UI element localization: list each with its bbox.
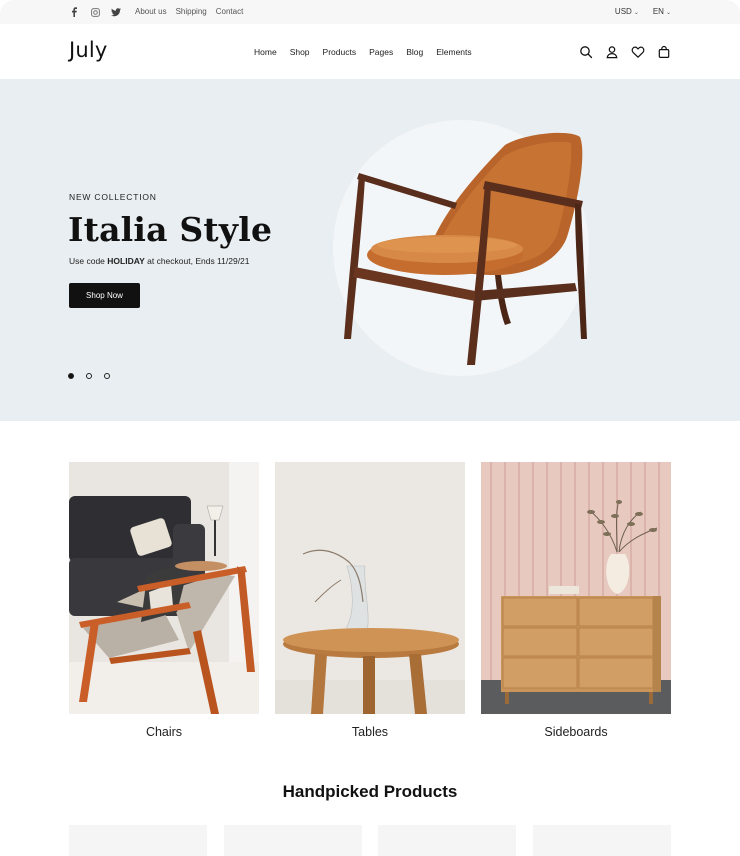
promo-prefix: Use code (69, 256, 108, 266)
currency-value: USD (614, 7, 632, 16)
slider-dots (68, 373, 110, 379)
category-card-tables[interactable]: Tables (275, 462, 465, 739)
social-links (69, 7, 121, 19)
top-links: About us Shipping Contact (135, 7, 243, 17)
instagram-icon[interactable] (90, 7, 100, 19)
nav-elements[interactable]: Elements (436, 46, 471, 58)
nav-shop[interactable]: Shop (290, 46, 310, 58)
handpicked-title: Handpicked Products (282, 782, 458, 801)
shipping-link[interactable]: Shipping (176, 7, 207, 17)
shop-now-button[interactable]: Shop Now (69, 283, 140, 308)
slider-dot-3[interactable] (104, 373, 110, 379)
category-label-tables[interactable]: Tables (275, 725, 465, 739)
category-label-chairs[interactable]: Chairs (69, 725, 259, 739)
account-icon[interactable] (605, 45, 619, 59)
category-image-tables[interactable] (275, 462, 465, 714)
language-selector[interactable]: EN ⌄ (653, 7, 671, 18)
product-grid (69, 825, 671, 856)
header-actions (579, 45, 671, 59)
about-us-link[interactable]: About us (135, 7, 167, 17)
hero-chair-image (344, 132, 587, 365)
hero-slider: NEW COLLECTION Italia Style Use code HOL… (0, 79, 740, 421)
language-value: EN (652, 7, 664, 16)
nav-home[interactable]: Home (254, 46, 277, 58)
product-card[interactable] (69, 825, 207, 856)
category-grid: Chairs Tables Sideboards (69, 462, 671, 747)
main-nav: Home Shop Products Pages Blog Elements (254, 46, 472, 58)
category-card-sideboards[interactable]: Sideboards (481, 462, 671, 739)
nav-products[interactable]: Products (323, 46, 357, 58)
product-card[interactable] (533, 825, 671, 856)
hero-kicker: NEW COLLECTION (69, 192, 157, 202)
category-image-chairs[interactable] (69, 462, 259, 714)
product-card[interactable] (378, 825, 516, 856)
slider-dot-1[interactable] (68, 373, 74, 379)
chevron-down-icon: ⌄ (665, 10, 671, 16)
category-image-sideboards[interactable] (481, 462, 671, 714)
nav-blog[interactable]: Blog (406, 46, 423, 58)
promo-code: HOLIDAY (107, 256, 145, 266)
locale-switchers: USD ⌄ EN ⌄ (615, 7, 671, 18)
hero-promo: Use code HOLIDAY at checkout, Ends 11/29… (69, 256, 250, 266)
contact-link[interactable]: Contact (216, 7, 244, 17)
currency-selector[interactable]: USD ⌄ (615, 7, 639, 18)
site-header: July Home Shop Products Pages Blog Eleme… (0, 24, 740, 79)
top-bar: About us Shipping Contact USD ⌄ EN ⌄ (0, 0, 740, 24)
wishlist-icon[interactable] (631, 45, 645, 59)
hero-title: Italia Style (68, 210, 273, 249)
category-label-sideboards[interactable]: Sideboards (481, 725, 671, 739)
category-card-chairs[interactable]: Chairs (69, 462, 259, 739)
nav-pages[interactable]: Pages (369, 46, 393, 58)
product-card[interactable] (224, 825, 362, 856)
cart-icon[interactable] (657, 45, 671, 59)
promo-suffix: at checkout, Ends 11/29/21 (144, 256, 250, 266)
facebook-icon[interactable] (69, 7, 79, 19)
slider-dot-2[interactable] (86, 373, 92, 379)
twitter-icon[interactable] (111, 7, 121, 19)
chevron-down-icon: ⌄ (633, 10, 639, 16)
search-icon[interactable] (579, 45, 593, 59)
logo[interactable]: July (69, 38, 108, 62)
